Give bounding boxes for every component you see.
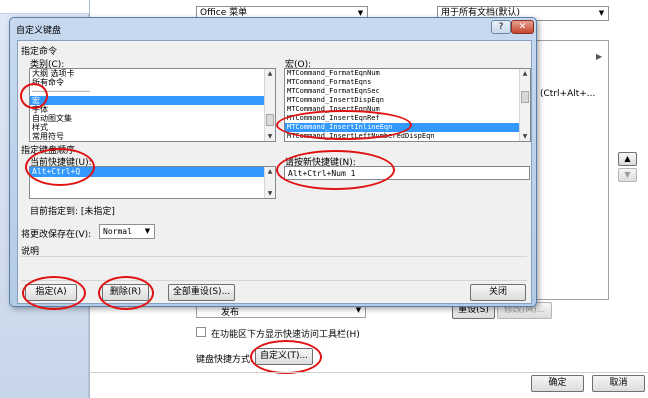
new-key-value: Alt+Ctrl+Num 1 (288, 169, 356, 178)
footer-divider (89, 372, 648, 373)
remove-button[interactable]: 删除(R) (102, 284, 149, 301)
macro-item[interactable]: MTCommand_FormatEqns (285, 78, 530, 87)
macro-item[interactable]: MTCommand_InsertEqnRef (285, 114, 530, 123)
new-key-input[interactable]: Alt+Ctrl+Num 1 (284, 166, 530, 180)
current-keys-list[interactable]: Alt+Ctrl+Q ▲ ▼ (29, 166, 276, 199)
save-in-label: 将更改保存在(V): (21, 230, 92, 240)
categories-list[interactable]: 大纲 选项卡 所有命令 ──────────── 宏 字体 自动图文集 样式 常… (29, 68, 276, 142)
macro-item[interactable]: MTCommand_FormatEqnSec (285, 87, 530, 96)
description-divider (21, 256, 527, 257)
triangle-down-icon: ▼ (624, 170, 631, 179)
customize-shortcuts-button[interactable]: 自定义(T)... (255, 348, 313, 365)
show-qat-below-label: 在功能区下方显示快速访问工具栏(H) (211, 330, 360, 340)
category-item-selected[interactable]: 宏 (30, 96, 275, 105)
keyboard-shortcuts-label: 键盘快捷方式: (196, 355, 254, 365)
scroll-thumb[interactable] (266, 114, 274, 126)
close-icon: ✕ (518, 22, 527, 32)
category-separator: ──────────── (32, 87, 90, 96)
ok-button[interactable]: 确定 (531, 375, 584, 392)
show-qat-below-checkbox[interactable] (196, 327, 206, 337)
shortcut-hint: (Ctrl+Alt+... (540, 89, 596, 99)
move-down-button[interactable]: ▼ (618, 168, 637, 182)
macros-list[interactable]: MTCommand_FormatEqnNum MTCommand_FormatE… (284, 68, 531, 142)
help-button[interactable]: ? (491, 20, 511, 34)
category-item[interactable]: 所有命令 (30, 78, 275, 87)
triangle-up-icon: ▲ (624, 154, 631, 163)
dialog-body: 指定命令 类别(C): 宏(O): 大纲 选项卡 所有命令 ──────────… (17, 40, 532, 304)
scroll-up-icon[interactable]: ▲ (265, 69, 275, 78)
chevron-down-icon: ▼ (598, 9, 605, 17)
scroll-up-icon[interactable]: ▲ (520, 69, 530, 78)
cancel-button[interactable]: 取消 (592, 375, 645, 392)
button-row-divider (21, 280, 527, 281)
chevron-down-icon: ▼ (144, 227, 151, 235)
category-item[interactable]: 大纲 选项卡 (30, 69, 275, 78)
current-key-item[interactable]: Alt+Ctrl+Q (30, 167, 275, 177)
close-x-button[interactable]: ✕ (511, 20, 534, 34)
scroll-down-icon[interactable]: ▼ (265, 189, 275, 198)
macro-item-selected[interactable]: MTCommand_InsertInlineEqn (285, 123, 530, 132)
scroll-up-icon[interactable]: ▲ (265, 167, 275, 176)
close-button[interactable]: 关闭 (470, 284, 526, 301)
macro-item[interactable]: MTCommand_InsertLeftNumberedDispEqn (285, 132, 530, 141)
currently-assigned-text: 目前指定到: [未指定] (30, 207, 115, 217)
help-icon: ? (498, 22, 504, 32)
specify-command-heading: 指定命令 (21, 47, 58, 57)
category-item[interactable]: 自动图文集 (30, 114, 275, 123)
current-keys-scrollbar[interactable]: ▲ ▼ (264, 167, 275, 198)
macro-item[interactable]: MTCommand_FormatEqnNum (285, 69, 530, 78)
category-item[interactable]: 样式 (30, 123, 275, 132)
scroll-thumb[interactable] (521, 91, 529, 103)
categories-scrollbar[interactable]: ▲ ▼ (264, 69, 275, 141)
scroll-down-icon[interactable]: ▼ (520, 132, 530, 141)
macros-scrollbar[interactable]: ▲ ▼ (519, 69, 530, 141)
category-item[interactable]: 字体 (30, 105, 275, 114)
expand-arrow-icon: ▶ (596, 52, 603, 61)
dialog-title: 自定义键盘 (16, 26, 62, 36)
category-item[interactable]: 常用符号 (30, 132, 275, 141)
save-in-value: Normal (103, 227, 132, 236)
macro-item[interactable]: MTCommand_InsertEqnNum (285, 105, 530, 114)
macro-item[interactable]: MTCommand_InsertDispEqn (285, 96, 530, 105)
scroll-down-icon[interactable]: ▼ (265, 132, 275, 141)
reset-all-button[interactable]: 全部重设(S)... (168, 284, 235, 301)
save-in-dropdown[interactable]: Normal ▼ (99, 224, 155, 239)
assign-button[interactable]: 指定(A) (25, 284, 77, 301)
customize-keyboard-dialog: 自定义键盘 ? ✕ 指定命令 类别(C): 宏(O): 大纲 选项卡 所有命令 … (9, 17, 537, 307)
move-up-button[interactable]: ▲ (618, 152, 637, 166)
